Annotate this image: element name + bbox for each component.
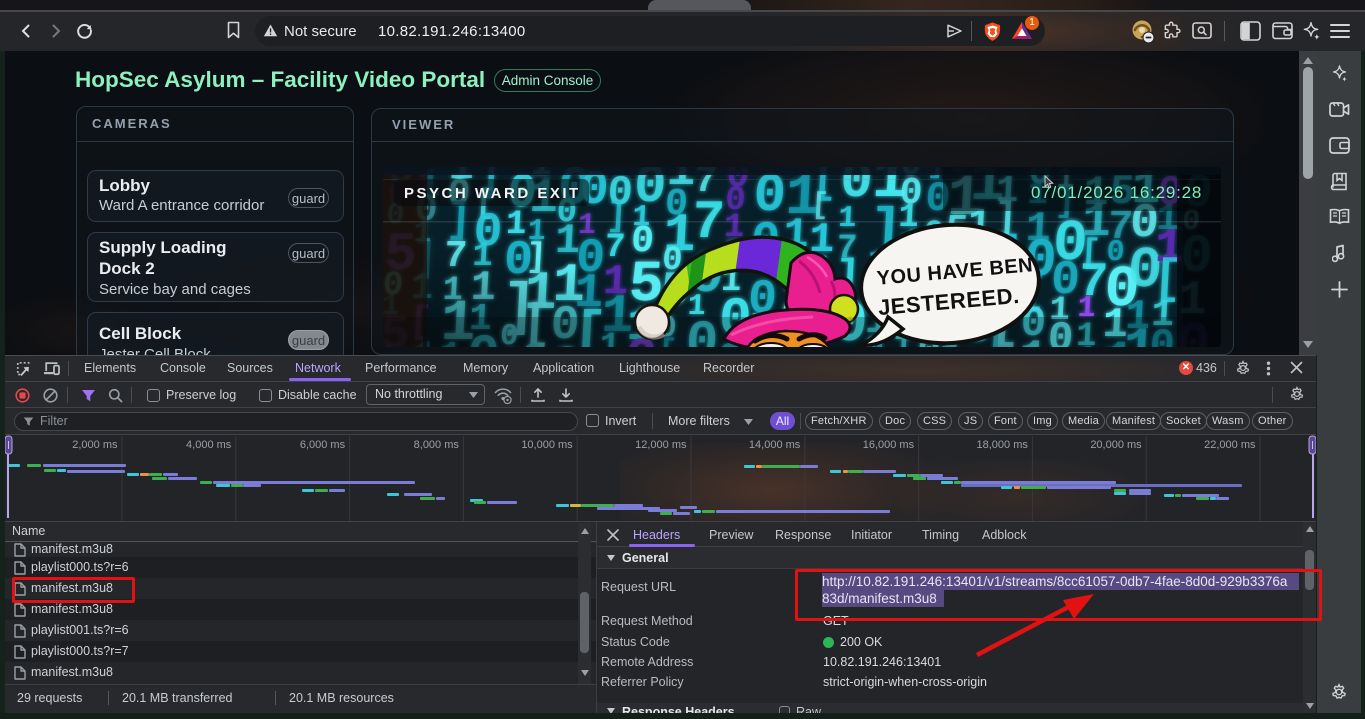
svg-text:8,000 ms: 8,000 ms [414, 439, 460, 451]
svg-text:22,000 ms: 22,000 ms [1204, 439, 1256, 451]
svg-text:10,000 ms: 10,000 ms [521, 439, 573, 451]
svg-text:14,000 ms: 14,000 ms [749, 439, 801, 451]
svg-text:20,000 ms: 20,000 ms [1090, 439, 1142, 451]
svg-text:6,000 ms: 6,000 ms [300, 439, 346, 451]
svg-text:12,000 ms: 12,000 ms [635, 439, 687, 451]
svg-text:18,000 ms: 18,000 ms [977, 439, 1029, 451]
svg-text:2,000 ms: 2,000 ms [72, 439, 118, 451]
svg-text:16,000 ms: 16,000 ms [863, 439, 915, 451]
svg-text:4,000 ms: 4,000 ms [186, 439, 232, 451]
